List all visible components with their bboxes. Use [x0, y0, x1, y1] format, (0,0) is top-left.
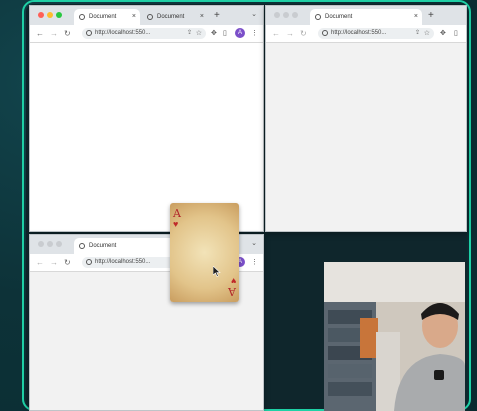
site-info-icon[interactable] [86, 259, 92, 265]
minimize-window-button[interactable] [47, 241, 53, 247]
tab-search-chevron-icon[interactable]: ⌄ [251, 239, 257, 247]
back-arrow-icon[interactable]: ← [272, 27, 280, 40]
address-bar[interactable]: http://localhost:550... ⇪ ☆ [82, 28, 206, 39]
heart-suit-icon: ♥ [230, 276, 236, 286]
extensions-puzzle-icon[interactable]: ✥ [211, 28, 217, 39]
heart-suit-icon: ♥ [173, 219, 179, 229]
close-window-button[interactable] [274, 12, 280, 18]
tab-close-button[interactable]: × [132, 9, 136, 25]
tab-strip: Document × Document × + ⌄ [30, 6, 263, 25]
card-rank-bottom: A [228, 285, 236, 298]
menu-kebab-icon[interactable]: ⋮ [251, 28, 258, 39]
globe-icon [315, 14, 321, 20]
close-window-button[interactable] [38, 241, 44, 247]
bookmark-star-icon[interactable]: ☆ [196, 28, 202, 39]
side-panel-icon[interactable]: ▯ [454, 28, 458, 39]
tab-search-chevron-icon[interactable]: ⌄ [251, 10, 257, 18]
card-rank-top: A [173, 207, 181, 220]
close-window-button[interactable] [38, 12, 44, 18]
playing-card-ace-hearts[interactable]: A ♥ A ♥ [170, 203, 239, 302]
reload-icon[interactable]: ↻ [64, 27, 71, 40]
tab-document-2[interactable]: Document × [142, 9, 208, 25]
maximize-window-button[interactable] [56, 241, 62, 247]
address-url: http://localhost:550... [95, 30, 151, 36]
forward-arrow-icon[interactable]: → [286, 27, 294, 40]
profile-avatar[interactable]: A [235, 28, 245, 38]
forward-arrow-icon[interactable]: → [50, 27, 58, 40]
forward-arrow-icon[interactable]: → [50, 256, 58, 269]
bookmark-star-icon[interactable]: ☆ [424, 28, 430, 39]
tab-close-button[interactable]: × [200, 9, 204, 25]
new-tab-button[interactable]: + [214, 9, 220, 23]
tab-strip: Document × + [266, 6, 466, 25]
tab-close-button[interactable]: × [414, 9, 418, 25]
tab-document-1[interactable]: Document × [74, 9, 140, 25]
minimize-window-button[interactable] [283, 12, 289, 18]
tab-document[interactable]: Document × [310, 9, 422, 25]
globe-icon [79, 14, 85, 20]
menu-kebab-icon[interactable]: ⋮ [251, 257, 258, 268]
side-panel-icon[interactable]: ▯ [223, 28, 227, 39]
minimize-window-button[interactable] [47, 12, 53, 18]
extensions-puzzle-icon[interactable]: ✥ [440, 28, 446, 39]
address-url: http://localhost:550... [331, 30, 387, 36]
browser-window-top-right[interactable]: Document × + ← → ↻ http://localhost:550.… [265, 5, 467, 232]
share-icon[interactable]: ⇪ [187, 28, 192, 39]
tab-title: Document [89, 243, 117, 249]
back-arrow-icon[interactable]: ← [36, 256, 44, 269]
address-bar[interactable]: http://localhost:550... ⇪ ☆ [318, 28, 434, 39]
new-tab-button[interactable]: + [428, 9, 434, 23]
site-info-icon[interactable] [86, 30, 92, 36]
reload-icon[interactable]: ↻ [300, 27, 307, 40]
back-arrow-icon[interactable]: ← [36, 27, 44, 40]
globe-icon [79, 243, 85, 249]
site-info-icon[interactable] [322, 30, 328, 36]
reload-icon[interactable]: ↻ [64, 256, 71, 269]
tab-title: Document [89, 14, 117, 20]
tab-title: Document [325, 14, 353, 20]
maximize-window-button[interactable] [292, 12, 298, 18]
maximize-window-button[interactable] [56, 12, 62, 18]
browser-toolbar: ← → ↻ http://localhost:550... ⇪ ☆ ✥ ▯ A … [30, 25, 263, 43]
browser-window-top-left[interactable]: Document × Document × + ⌄ ← → ↻ http://l… [29, 5, 264, 232]
page-viewport[interactable] [266, 43, 466, 231]
globe-icon [147, 14, 153, 20]
webcam-scene [324, 262, 465, 411]
browser-toolbar: ← → ↻ http://localhost:550... ⇪ ☆ ✥ ▯ [266, 25, 466, 43]
address-url: http://localhost:550... [95, 259, 151, 265]
share-icon[interactable]: ⇪ [415, 28, 420, 39]
webcam-overlay [324, 262, 465, 411]
mouse-cursor-icon [213, 266, 221, 277]
tab-title: Document [157, 14, 185, 20]
